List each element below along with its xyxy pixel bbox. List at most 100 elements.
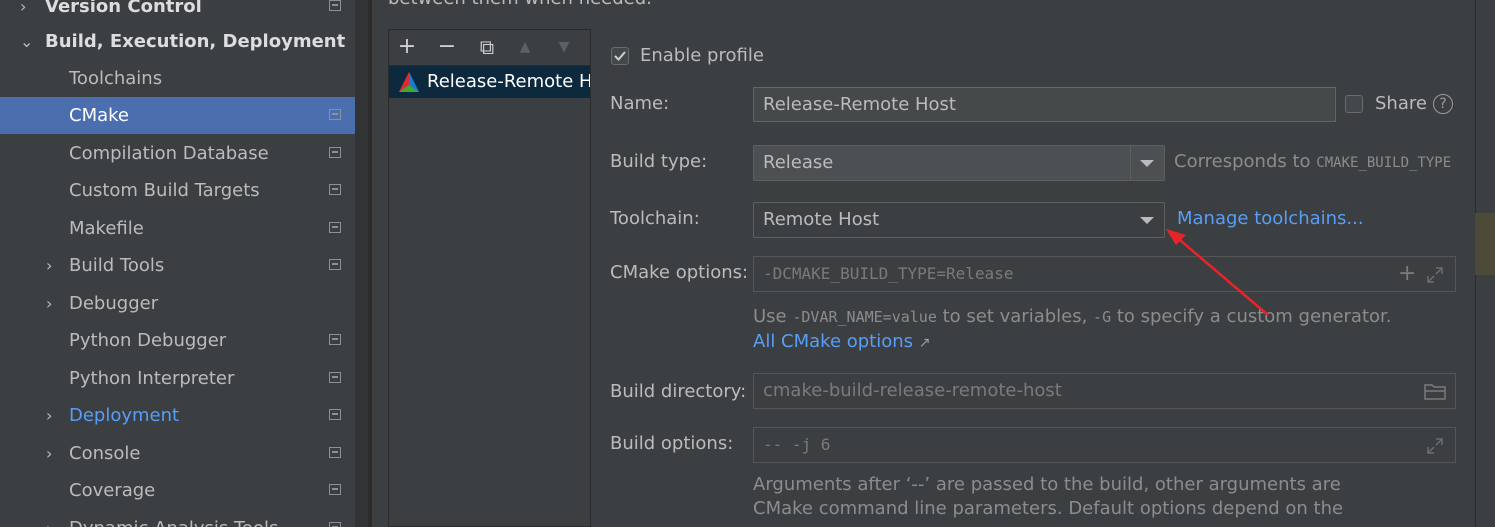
sidebar-item-label: Coverage bbox=[69, 480, 156, 501]
name-value: Release-Remote Host bbox=[763, 94, 956, 115]
cmake-icon bbox=[399, 72, 419, 92]
sidebar-item[interactable]: ⌄ Build, Execution, Deployment bbox=[0, 23, 368, 60]
hint-text-use: Use bbox=[753, 306, 793, 327]
chevron-right-icon[interactable]: › bbox=[46, 397, 52, 434]
sidebar-item-label: Version Control bbox=[45, 0, 202, 17]
remove-profile-icon[interactable]: − bbox=[435, 34, 459, 60]
all-cmake-options-link[interactable]: All CMake options ↗ bbox=[753, 331, 931, 352]
sidebar-item-label: Toolchains bbox=[69, 68, 163, 89]
cmake-options-label: CMake options: bbox=[610, 262, 749, 283]
cmake-options-hint: Use -DVAR_NAME=value to set variables, -… bbox=[753, 306, 1392, 327]
sidebar-item[interactable]: › Deployment bbox=[0, 397, 368, 434]
sidebar-item[interactable]: › Dynamic Analysis Tools bbox=[0, 510, 368, 527]
all-cmake-options-text: All CMake options bbox=[753, 331, 914, 352]
hint-text-mid: to set variables, bbox=[936, 306, 1094, 327]
project-settings-icon bbox=[329, 184, 341, 195]
splitter[interactable] bbox=[368, 0, 372, 527]
hint-code-generator: -G bbox=[1093, 308, 1112, 326]
sidebar-item[interactable]: Makefile bbox=[0, 210, 368, 247]
hint-code-define: -DVAR_NAME=value bbox=[792, 308, 937, 326]
enable-profile-label: Enable profile bbox=[640, 45, 764, 66]
enable-profile-checkbox[interactable] bbox=[611, 47, 629, 65]
sidebar-scroll-gutter bbox=[355, 0, 368, 527]
settings-sidebar: › Version Control ⌄ Build, Execution, Deplo… bbox=[0, 0, 368, 527]
sidebar-item[interactable]: Python Interpreter bbox=[0, 360, 368, 397]
build-options-placeholder: -- -j 6 bbox=[763, 435, 831, 454]
build-options-input[interactable]: -- -j 6 bbox=[753, 427, 1456, 463]
toolchain-dropdown[interactable]: Remote Host bbox=[753, 202, 1165, 238]
sidebar-item-label: Makefile bbox=[69, 218, 144, 239]
cmake-options-input[interactable]: -DCMAKE_BUILD_TYPE=Release + bbox=[753, 256, 1456, 292]
sidebar-item-label: CMake bbox=[69, 105, 129, 126]
description-text: between them when needed. bbox=[388, 0, 652, 9]
expand-icon[interactable] bbox=[1426, 437, 1444, 455]
sidebar-item[interactable]: Python Debugger bbox=[0, 322, 368, 359]
expand-icon[interactable] bbox=[1426, 266, 1444, 284]
sidebar-item-label: Dynamic Analysis Tools bbox=[69, 510, 278, 527]
sidebar-item[interactable]: Toolchains bbox=[0, 60, 368, 97]
sidebar-item-label: Python Debugger bbox=[69, 330, 227, 351]
build-directory-label: Build directory: bbox=[610, 381, 747, 402]
chevron-right-icon[interactable]: › bbox=[46, 435, 52, 472]
build-type-hint: Corresponds to CMAKE_BUILD_TYPE bbox=[1174, 151, 1451, 172]
share-label: Share bbox=[1375, 93, 1427, 114]
project-settings-icon bbox=[329, 0, 341, 11]
build-type-label: Build type: bbox=[610, 151, 708, 172]
chevron-down-icon bbox=[1140, 217, 1154, 224]
sidebar-item[interactable]: › Debugger bbox=[0, 285, 368, 322]
project-settings-icon bbox=[329, 447, 341, 458]
sidebar-item-label: Compilation Database bbox=[69, 143, 269, 164]
sidebar-item[interactable]: › Build Tools bbox=[0, 247, 368, 284]
build-options-label: Build options: bbox=[610, 433, 734, 454]
project-settings-icon bbox=[329, 147, 341, 158]
profile-list-item[interactable]: Release-Remote Host bbox=[389, 66, 591, 98]
scrollbar-thumb[interactable] bbox=[1475, 213, 1495, 275]
sidebar-item[interactable]: Coverage bbox=[0, 472, 368, 509]
sidebar-item[interactable]: › Version Control bbox=[0, 0, 368, 25]
sidebar-item[interactable]: Custom Build Targets bbox=[0, 172, 368, 209]
sidebar-item[interactable]: CMake bbox=[0, 97, 368, 134]
build-directory-input[interactable]: cmake-build-release-remote-host bbox=[753, 373, 1456, 409]
insert-macro-icon[interactable]: + bbox=[1398, 257, 1416, 291]
sidebar-item-label: Deployment bbox=[69, 405, 180, 426]
chevron-right-icon[interactable]: › bbox=[46, 510, 52, 527]
toolchain-label: Toolchain: bbox=[610, 208, 700, 229]
chevron-down-icon[interactable]: ⌄ bbox=[20, 23, 33, 60]
copy-profile-icon[interactable]: ⧉ bbox=[475, 34, 499, 60]
project-settings-icon bbox=[329, 109, 341, 120]
folder-icon[interactable] bbox=[1424, 383, 1446, 400]
check-icon bbox=[614, 51, 626, 61]
build-directory-placeholder: cmake-build-release-remote-host bbox=[763, 380, 1062, 401]
profile-name: Release-Remote Host bbox=[427, 71, 591, 92]
help-icon[interactable]: ? bbox=[1433, 94, 1453, 114]
sidebar-item-label: Build Tools bbox=[69, 255, 165, 276]
chevron-right-icon[interactable]: › bbox=[46, 247, 52, 284]
build-type-hint-code: CMAKE_BUILD_TYPE bbox=[1316, 155, 1452, 171]
project-settings-icon bbox=[329, 522, 341, 527]
name-label: Name: bbox=[610, 93, 670, 114]
build-type-value: Release bbox=[763, 152, 834, 173]
annotation-arrow bbox=[1166, 229, 1269, 316]
add-profile-icon[interactable]: + bbox=[395, 34, 419, 60]
sidebar-item-label: Python Interpreter bbox=[69, 368, 235, 389]
move-up-icon[interactable]: ▲ bbox=[513, 34, 537, 60]
chevron-right-icon[interactable]: › bbox=[20, 0, 26, 25]
sidebar-item[interactable]: › Console bbox=[0, 435, 368, 472]
share-checkbox[interactable] bbox=[1345, 95, 1363, 113]
sidebar-item[interactable]: Compilation Database bbox=[0, 135, 368, 172]
sidebar-item-label: Custom Build Targets bbox=[69, 180, 260, 201]
name-input[interactable]: Release-Remote Host bbox=[753, 87, 1336, 122]
chevron-right-icon[interactable]: › bbox=[46, 285, 52, 322]
build-options-hint-line2: CMake command line parameters. Default o… bbox=[753, 498, 1344, 519]
cmake-options-placeholder: -DCMAKE_BUILD_TYPE=Release bbox=[763, 264, 1014, 283]
move-down-icon[interactable]: ▼ bbox=[552, 34, 576, 60]
sidebar-item-label: Console bbox=[69, 443, 141, 464]
project-settings-icon bbox=[329, 259, 341, 270]
project-settings-icon bbox=[329, 334, 341, 345]
profiles-toolbar: + − ⧉ ▲ ▼ bbox=[389, 30, 591, 66]
sidebar-item-label: Debugger bbox=[69, 293, 159, 314]
project-settings-icon bbox=[329, 409, 341, 420]
project-settings-icon bbox=[329, 222, 341, 233]
build-type-dropdown[interactable]: Release bbox=[753, 145, 1165, 181]
project-settings-icon bbox=[329, 372, 341, 383]
